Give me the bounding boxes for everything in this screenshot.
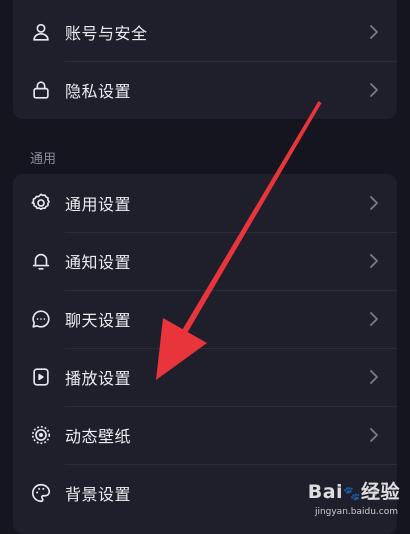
live-wallpaper-item[interactable]: 动态壁纸 [13, 406, 397, 464]
chevron-right-icon [369, 195, 379, 211]
chevron-right-icon [369, 311, 379, 327]
privacy-settings-item[interactable]: 隐私设置 [13, 61, 397, 119]
chevron-right-icon [369, 82, 379, 98]
account-settings-card: 账号与安全 隐私设置 [13, 0, 397, 119]
gear-icon [30, 192, 52, 214]
paw-icon: 🐾 [343, 486, 361, 502]
live-wallpaper-icon [30, 424, 52, 446]
baidu-jingyan-watermark: Bai🐾经验 jingyan.baidu.com [282, 477, 402, 517]
account-security-label: 账号与安全 [65, 24, 148, 43]
user-icon [30, 21, 52, 43]
playback-settings-label: 播放设置 [65, 369, 132, 388]
privacy-settings-label: 隐私设置 [65, 82, 132, 101]
general-section-title: 通用 [30, 152, 57, 167]
playback-settings-item[interactable]: 播放设置 [13, 348, 397, 406]
play-device-icon [30, 366, 52, 388]
chat-bubble-icon [30, 308, 52, 330]
lock-icon [30, 79, 52, 101]
notification-settings-label: 通知设置 [65, 253, 132, 272]
bell-icon [30, 250, 52, 272]
account-security-item[interactable]: 账号与安全 [13, 3, 397, 61]
watermark-url: jingyan.baidu.com [314, 507, 398, 517]
chevron-right-icon [369, 253, 379, 269]
chat-settings-item[interactable]: 聊天设置 [13, 290, 397, 348]
chevron-right-icon [369, 24, 379, 40]
chat-settings-label: 聊天设置 [65, 311, 132, 330]
watermark-logo-prefix: Bai [307, 481, 344, 503]
general-settings-label: 通用设置 [65, 195, 132, 214]
live-wallpaper-label: 动态壁纸 [65, 427, 132, 446]
notification-settings-item[interactable]: 通知设置 [13, 232, 397, 290]
palette-icon [30, 482, 52, 504]
general-settings-item[interactable]: 通用设置 [13, 174, 397, 232]
background-settings-label: 背景设置 [65, 485, 132, 504]
watermark-logo-suffix: 经验 [360, 481, 400, 503]
watermark-logo: Bai🐾经验 [308, 477, 400, 504]
chevron-right-icon [369, 427, 379, 443]
chevron-right-icon [369, 369, 379, 385]
